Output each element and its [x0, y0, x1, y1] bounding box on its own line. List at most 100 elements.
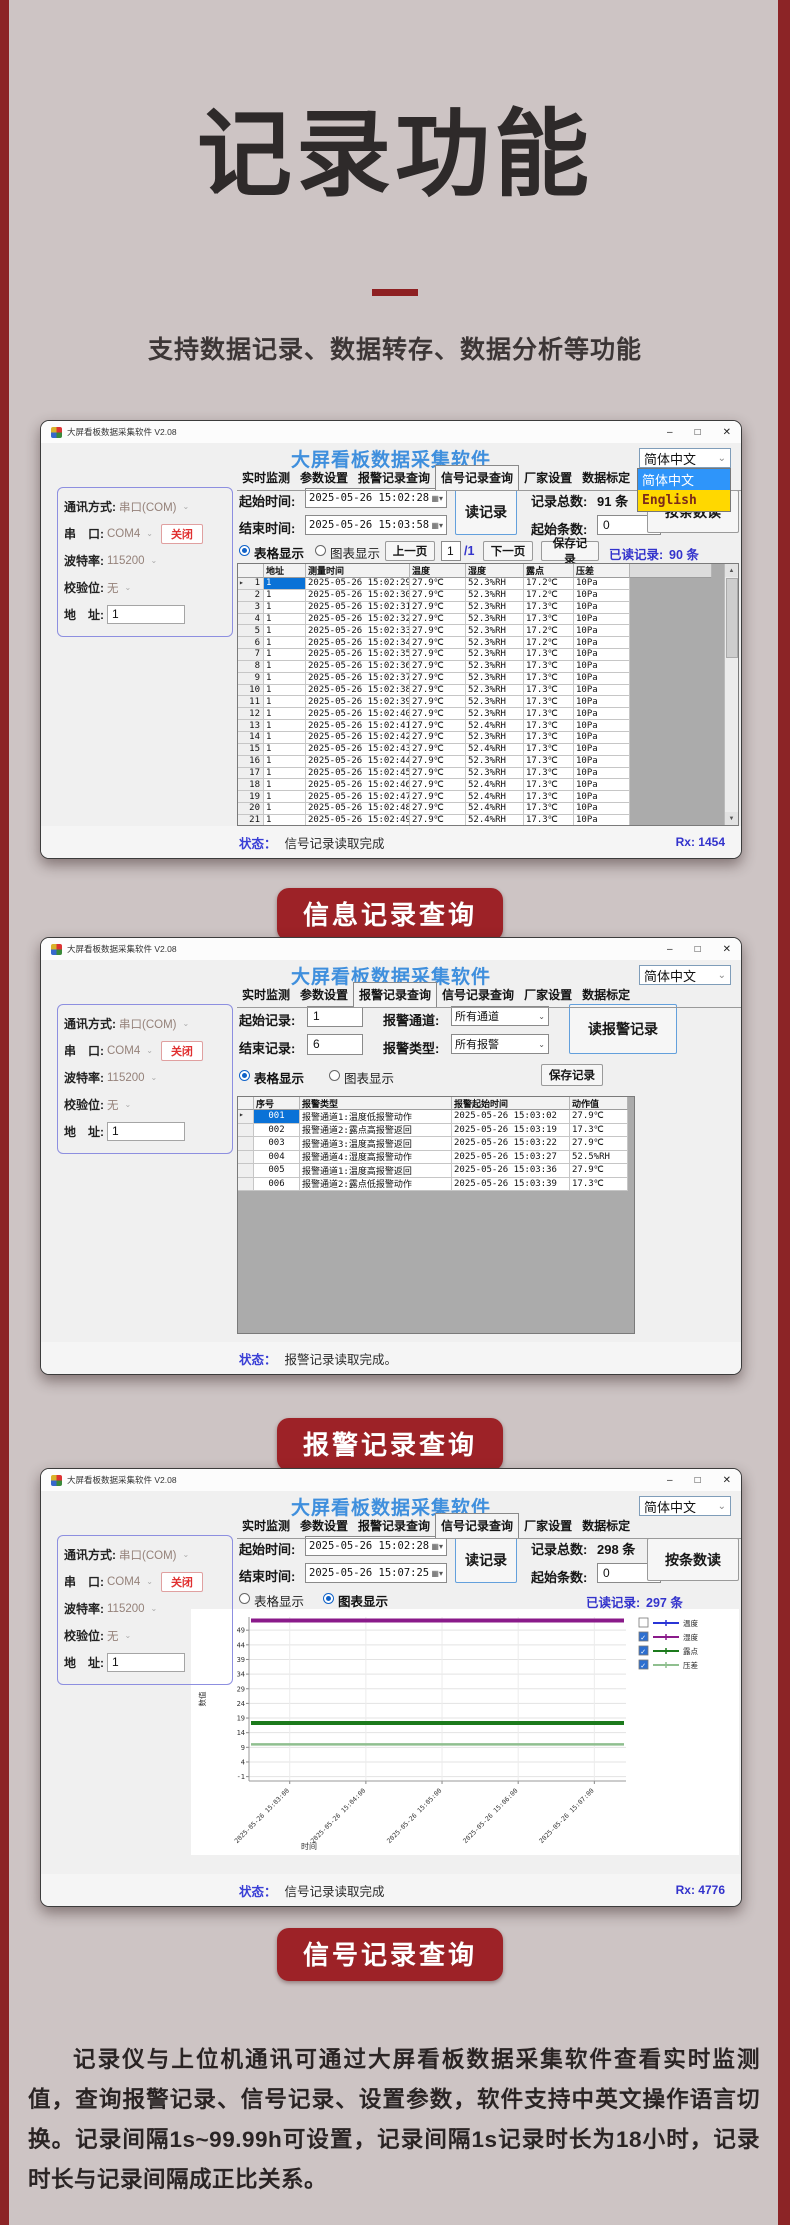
- end-record-input[interactable]: 6: [307, 1034, 363, 1055]
- comm-mode-select[interactable]: 串口(COM)⌄: [119, 1547, 189, 1563]
- alarm-channel-select[interactable]: 所有通道⌄: [451, 1006, 549, 1026]
- table-row[interactable]: 1112025-05-26 15:02:3927.9℃52.3%RH17.3℃1…: [238, 696, 738, 708]
- tab-实时监测[interactable]: 实时监测: [237, 1514, 295, 1538]
- table-row[interactable]: 812025-05-26 15:02:3627.9℃52.3%RH17.3℃10…: [238, 661, 738, 673]
- comm-mode-select[interactable]: 串口(COM)⌄: [119, 1016, 189, 1032]
- table-row[interactable]: 004报警通道4:湿度高报警动作2025-05-26 15:03:2752.5%…: [238, 1151, 634, 1165]
- scroll-up-icon[interactable]: ▲: [725, 564, 738, 577]
- maximize-button[interactable]: □: [695, 427, 701, 438]
- tab-参数设置[interactable]: 参数设置: [295, 466, 353, 490]
- table-row[interactable]: 1412025-05-26 15:02:4227.9℃52.3%RH17.3℃1…: [238, 732, 738, 744]
- baud-rate-select[interactable]: 115200⌄: [107, 555, 157, 567]
- language-select[interactable]: 简体中文⌄: [639, 965, 731, 985]
- serial-port-select[interactable]: COM4⌄: [107, 528, 153, 540]
- table-row[interactable]: 412025-05-26 15:02:3227.9℃52.3%RH17.3℃10…: [238, 614, 738, 626]
- language-select[interactable]: 简体中文⌄: [639, 448, 731, 468]
- table-row[interactable]: 1812025-05-26 15:02:4627.9℃52.4%RH17.3℃1…: [238, 779, 738, 791]
- legend-checkbox-温度[interactable]: [639, 1618, 648, 1627]
- close-port-button[interactable]: 关闭: [161, 524, 203, 544]
- scroll-down-icon[interactable]: ▼: [725, 812, 738, 825]
- table-row[interactable]: 2012025-05-26 15:02:4827.9℃52.4%RH17.3℃1…: [238, 803, 738, 815]
- maximize-button[interactable]: □: [695, 1475, 701, 1486]
- start-record-input[interactable]: 1: [307, 1006, 363, 1027]
- minimize-button[interactable]: –: [667, 944, 673, 955]
- table-row[interactable]: 1312025-05-26 15:02:4127.9℃52.4%RH17.3℃1…: [238, 720, 738, 732]
- tab-数据标定[interactable]: 数据标定: [577, 1514, 635, 1538]
- maximize-button[interactable]: □: [695, 944, 701, 955]
- tab-信号记录查询[interactable]: 信号记录查询: [435, 465, 519, 490]
- address-input[interactable]: 1: [107, 1653, 185, 1672]
- close-port-button[interactable]: 关闭: [161, 1572, 203, 1592]
- table-row[interactable]: 003报警通道3:温度高报警返回2025-05-26 15:03:2227.9℃: [238, 1137, 634, 1151]
- tab-信号记录查询[interactable]: 信号记录查询: [435, 1513, 519, 1538]
- tab-实时监测[interactable]: 实时监测: [237, 466, 295, 490]
- chart-view-radio[interactable]: [329, 1070, 340, 1081]
- table-row[interactable]: 006报警通道2:露点低报警动作2025-05-26 15:03:3917.3℃: [238, 1178, 634, 1192]
- read-records-button[interactable]: 读记录: [455, 1536, 517, 1583]
- baud-rate-select[interactable]: 115200⌄: [107, 1072, 157, 1084]
- table-row[interactable]: 005报警通道1:温度高报警返回2025-05-26 15:03:3627.9℃: [238, 1164, 634, 1178]
- table-row[interactable]: 002报警通道2:露点高报警返回2025-05-26 15:03:1917.3℃: [238, 1124, 634, 1138]
- read-alarm-records-button[interactable]: 读报警记录: [569, 1004, 677, 1054]
- scrollbar-thumb[interactable]: [726, 578, 738, 658]
- table-row[interactable]: 1512025-05-26 15:02:4327.9℃52.4%RH17.3℃1…: [238, 744, 738, 756]
- start-time-input[interactable]: 2025-05-26 15:02:28▦▾: [305, 1536, 447, 1556]
- tab-厂家设置[interactable]: 厂家设置: [519, 1514, 577, 1538]
- address-input[interactable]: 1: [107, 1122, 185, 1141]
- start-time-input[interactable]: 2025-05-26 15:02:28▦▾: [305, 488, 447, 508]
- chart-view-radio[interactable]: [323, 1593, 334, 1604]
- minimize-button[interactable]: –: [667, 427, 673, 438]
- alarm-type-select[interactable]: 所有报警⌄: [451, 1034, 549, 1054]
- table-row[interactable]: 712025-05-26 15:02:3527.9℃52.3%RH17.3℃10…: [238, 649, 738, 661]
- table-row[interactable]: 1712025-05-26 15:02:4527.9℃52.3%RH17.3℃1…: [238, 768, 738, 780]
- tab-厂家设置[interactable]: 厂家设置: [519, 466, 577, 490]
- chart-view-radio[interactable]: [315, 545, 326, 556]
- parity-select[interactable]: 无⌄: [107, 1628, 131, 1644]
- table-row[interactable]: 912025-05-26 15:02:3727.9℃52.3%RH17.3℃10…: [238, 673, 738, 685]
- close-button[interactable]: ✕: [723, 1475, 731, 1486]
- tab-报警记录查询[interactable]: 报警记录查询: [353, 466, 435, 490]
- table-scrollbar[interactable]: ▲▼: [724, 564, 738, 825]
- table-row[interactable]: 612025-05-26 15:02:3427.9℃52.3%RH17.2℃10…: [238, 637, 738, 649]
- read-records-button[interactable]: 读记录: [455, 488, 517, 535]
- save-records-button[interactable]: 保存记录: [541, 1064, 603, 1086]
- table-row[interactable]: 1612025-05-26 15:02:4427.9℃52.3%RH17.3℃1…: [238, 756, 738, 768]
- table-row[interactable]: 1▸12025-05-26 15:02:2927.9℃52.3%RH17.2℃1…: [238, 578, 738, 590]
- table-row[interactable]: 212025-05-26 15:02:3027.9℃52.3%RH17.2℃10…: [238, 590, 738, 602]
- table-row[interactable]: ▸001报警通道1:温度低报警动作2025-05-26 15:03:0227.9…: [238, 1110, 634, 1124]
- next-page-button[interactable]: 下一页: [483, 541, 533, 561]
- prev-page-button[interactable]: 上一页: [385, 541, 435, 561]
- close-button[interactable]: ✕: [723, 944, 731, 955]
- tab-报警记录查询[interactable]: 报警记录查询: [353, 982, 437, 1007]
- parity-select[interactable]: 无⌄: [107, 1097, 131, 1113]
- table-row[interactable]: 1012025-05-26 15:02:3827.9℃52.3%RH17.3℃1…: [238, 685, 738, 697]
- table-row[interactable]: 1212025-05-26 15:02:4027.9℃52.3%RH17.3℃1…: [238, 708, 738, 720]
- read-by-count-button[interactable]: 按条数读: [647, 1538, 739, 1581]
- save-records-button[interactable]: 保存记录: [541, 541, 599, 561]
- tab-数据标定[interactable]: 数据标定: [577, 466, 635, 490]
- tab-参数设置[interactable]: 参数设置: [295, 1514, 353, 1538]
- close-button[interactable]: ✕: [723, 427, 731, 438]
- comm-mode-select[interactable]: 串口(COM)⌄: [119, 499, 189, 515]
- table-view-radio[interactable]: [239, 545, 250, 556]
- tab-数据标定[interactable]: 数据标定: [577, 983, 635, 1007]
- tab-报警记录查询[interactable]: 报警记录查询: [353, 1514, 435, 1538]
- parity-select[interactable]: 无⌄: [107, 580, 131, 596]
- baud-rate-select[interactable]: 115200⌄: [107, 1603, 157, 1615]
- language-option-chinese[interactable]: 简体中文: [638, 469, 730, 490]
- table-view-radio[interactable]: [239, 1593, 250, 1604]
- tab-信号记录查询[interactable]: 信号记录查询: [437, 983, 519, 1007]
- page-number-input[interactable]: 1: [441, 541, 461, 561]
- table-row[interactable]: 1912025-05-26 15:02:4727.9℃52.4%RH17.3℃1…: [238, 791, 738, 803]
- table-row[interactable]: 312025-05-26 15:02:3127.9℃52.3%RH17.3℃10…: [238, 602, 738, 614]
- language-select[interactable]: 简体中文⌄: [639, 1496, 731, 1516]
- serial-port-select[interactable]: COM4⌄: [107, 1045, 153, 1057]
- address-input[interactable]: 1: [107, 605, 185, 624]
- language-option-english[interactable]: English: [638, 490, 730, 511]
- tab-实时监测[interactable]: 实时监测: [237, 983, 295, 1007]
- table-view-radio[interactable]: [239, 1070, 250, 1081]
- end-time-input[interactable]: 2025-05-26 15:07:25▦▾: [305, 1563, 447, 1583]
- tab-厂家设置[interactable]: 厂家设置: [519, 983, 577, 1007]
- table-row[interactable]: 512025-05-26 15:02:3327.9℃52.3%RH17.2℃10…: [238, 625, 738, 637]
- tab-参数设置[interactable]: 参数设置: [295, 983, 353, 1007]
